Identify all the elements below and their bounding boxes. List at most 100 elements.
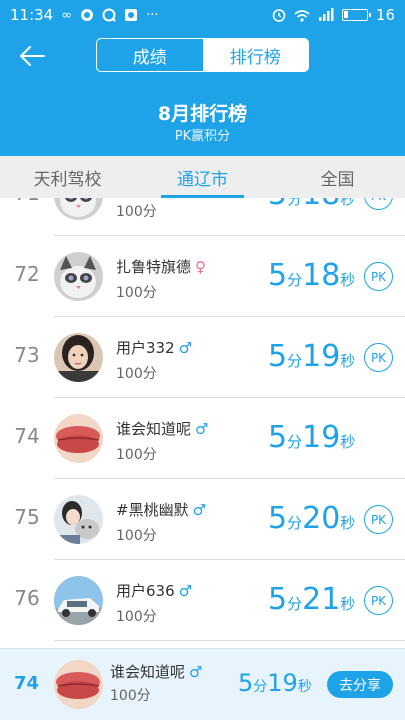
pk-button[interactable]: PK [364,343,393,372]
pk-button[interactable]: PK [364,586,393,615]
seconds: 19 [302,339,341,374]
my-rank-number: 74 [14,673,40,694]
male-icon: ♂ [189,662,203,681]
list-item[interactable]: 71 100分 5分18秒 PK [0,198,405,236]
rank-number: 74 [14,424,40,448]
list-item[interactable]: 74 谁会知道呢 ♂ 100分 5分19秒 [0,398,405,479]
segment-leaderboard[interactable]: 排行榜 [202,39,308,71]
divider [54,640,405,641]
tab-driving-school[interactable]: 天利驾校 [0,156,135,198]
clock: 11:34 [10,6,54,24]
score: 100分 [116,285,157,301]
avatar[interactable] [54,576,103,625]
finish-time: 5分19秒 [268,420,355,455]
minutes: 5 [268,582,288,617]
sync-icon [81,9,94,21]
list-item[interactable]: 73 用户332 ♂ 100分 5分19秒 PK [0,317,405,398]
seconds: 18 [302,198,340,212]
share-button[interactable]: 去分享 [327,671,393,698]
rank-number: 76 [14,586,40,610]
segment-control: 成绩 排行榜 [96,38,309,72]
segment-scores[interactable]: 成绩 [97,39,203,71]
battery-percent: 16 [375,6,395,24]
user-name: 谁会知道呢 ♂ [116,418,208,439]
user-name-text: 扎鲁特旗德 [116,258,192,276]
wifi-icon [294,9,310,22]
avatar[interactable] [54,333,103,382]
my-name: 谁会知道呢 ♂ [110,661,202,682]
avatar[interactable] [54,414,103,463]
second-unit: 秒 [340,514,356,532]
user-name: 扎鲁特旗德 ♀ [116,256,206,277]
leaderboard-list[interactable]: 71100分5分18秒PK72扎鲁特旗德♀100分5分18秒PK73用户332♂… [0,198,405,648]
page-subtitle: PK赢积分 [174,129,231,144]
male-icon: ♂ [195,419,209,438]
pk-button[interactable]: PK [364,262,393,291]
pk-button[interactable]: PK [364,198,393,210]
second-unit: 秒 [340,271,356,289]
my-avatar [54,660,103,709]
list-item[interactable]: 76 用户636 ♂ 100分 5分21秒 PK [0,560,405,641]
my-rank-bar: 74 谁会知道呢 ♂ 100分 5分19秒 去分享 [0,648,405,720]
avatar[interactable] [54,198,103,220]
my-score: 100分 [110,688,151,704]
tab-national[interactable]: 全国 [270,156,405,198]
minute-unit: 分 [287,514,303,532]
my-minutes: 5 [238,669,254,697]
battery-icon [341,9,371,21]
user-name: #黑桃幽默 ♂ [116,499,206,520]
avatar[interactable] [54,252,103,301]
my-name-text: 谁会知道呢 [110,663,186,681]
finish-time: 5分21秒 [268,582,355,617]
page-title: 8月排行榜 [157,103,248,125]
minute-unit: 分 [287,433,303,451]
back-arrow-icon[interactable] [16,40,48,72]
minutes: 5 [268,501,288,536]
seconds: 19 [302,420,341,455]
user-name-text: #黑桃幽默 [116,501,189,519]
minutes: 5 [268,339,288,374]
app: 11:34 ∞ ··· 16 成绩 排行榜 8月排行榜 PK赢积分 天利驾校 通… [0,0,405,720]
my-time: 5分19秒 [238,669,312,697]
rank-number: 75 [14,505,40,529]
rank-number: 71 [10,198,44,205]
rank-number: 73 [14,343,40,367]
minutes: 5 [268,258,288,293]
photo-icon [125,9,138,21]
minute-unit: 分 [287,271,303,289]
seconds: 21 [302,582,341,617]
my-second-unit: 秒 [297,679,312,695]
my-minute-unit: 分 [253,679,268,695]
status-bar: 11:34 ∞ ··· 16 [0,0,405,30]
score: 100分 [116,366,157,382]
user-name-text: 用户332 [116,339,175,357]
score: 100分 [116,609,157,625]
infinity-icon: ∞ [61,7,73,23]
seconds: 18 [302,258,341,293]
avatar[interactable] [54,495,103,544]
minute-unit: 分 [287,595,303,613]
pk-button[interactable]: PK [364,505,393,534]
score: 100分 [116,447,157,463]
finish-time: 5分18秒 [268,198,355,212]
scope-tabs: 天利驾校 通辽市 全国 [0,156,405,198]
signal-4g-icon [318,8,334,21]
male-icon: ♂ [178,338,193,357]
finish-time: 5分18秒 [268,258,355,293]
seconds: 20 [302,501,341,536]
second-unit: 秒 [340,433,356,451]
header: 11:34 ∞ ··· 16 成绩 排行榜 8月排行榜 PK赢积分 [0,0,405,156]
male-icon: ♂ [178,581,193,600]
list-item[interactable]: 72 扎鲁特旗德 ♀ 100分 5分18秒 PK [0,236,405,317]
rank-number: 72 [14,262,40,286]
my-seconds: 19 [267,669,298,697]
minutes: 5 [268,198,287,212]
finish-time: 5分19秒 [268,339,355,374]
alarm-icon [272,9,286,22]
tab-city[interactable]: 通辽市 [135,156,270,198]
second-unit: 秒 [340,352,356,370]
list-item[interactable]: 75 #黑桃幽默 ♂ 100分 5分20秒 PK [0,479,405,560]
female-icon: ♀ [195,257,207,276]
user-name-text: 用户636 [116,582,175,600]
user-name: 用户332 ♂ [116,337,192,358]
